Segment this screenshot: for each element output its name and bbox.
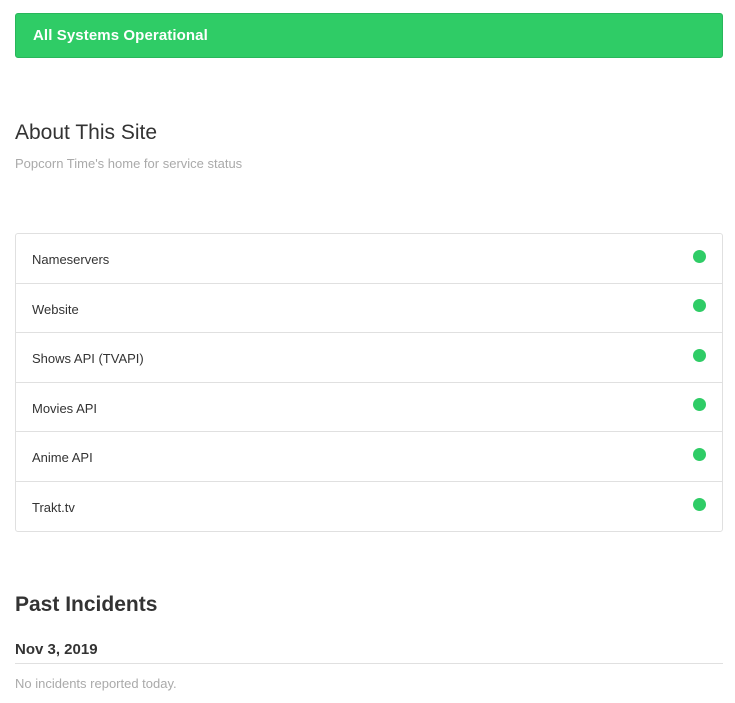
component-name: Nameservers	[32, 252, 110, 268]
component-row-shows-api: Shows API (TVAPI)	[16, 333, 722, 383]
status-banner: All Systems Operational	[15, 13, 723, 58]
component-row-anime-api: Anime API	[16, 432, 722, 482]
past-incidents-title: Past Incidents	[15, 593, 158, 616]
component-name: Website	[32, 301, 79, 317]
component-row-movies-api: Movies API	[16, 383, 722, 432]
status-page: All Systems Operational About This Site …	[0, 0, 735, 703]
component-name: Anime API	[32, 450, 93, 466]
component-name: Shows API (TVAPI)	[32, 351, 144, 367]
green-dot-icon	[693, 299, 706, 313]
green-dot-icon	[693, 497, 706, 511]
green-dot-icon	[693, 249, 706, 263]
green-dot-icon	[693, 447, 706, 461]
incident-date: Nov 3, 2019	[15, 641, 98, 658]
incident-date-header: Nov 3, 2019	[15, 639, 723, 664]
about-description: Popcorn Time's home for service status	[15, 156, 243, 171]
component-row-trakt: Trakt.tv	[16, 482, 722, 532]
no-incidents-message: No incidents reported today.	[15, 676, 177, 691]
component-row-website: Website	[16, 284, 722, 333]
component-row-nameservers: Nameservers	[16, 234, 722, 284]
about-title: About This Site	[15, 121, 158, 144]
green-dot-icon	[693, 398, 706, 412]
green-dot-icon	[693, 348, 706, 362]
component-name: Trakt.tv	[32, 500, 75, 516]
status-banner-text: All Systems Operational	[33, 27, 208, 44]
component-name: Movies API	[32, 400, 98, 416]
components-list: Nameservers Website Shows API (TVAPI) Mo…	[15, 233, 723, 532]
